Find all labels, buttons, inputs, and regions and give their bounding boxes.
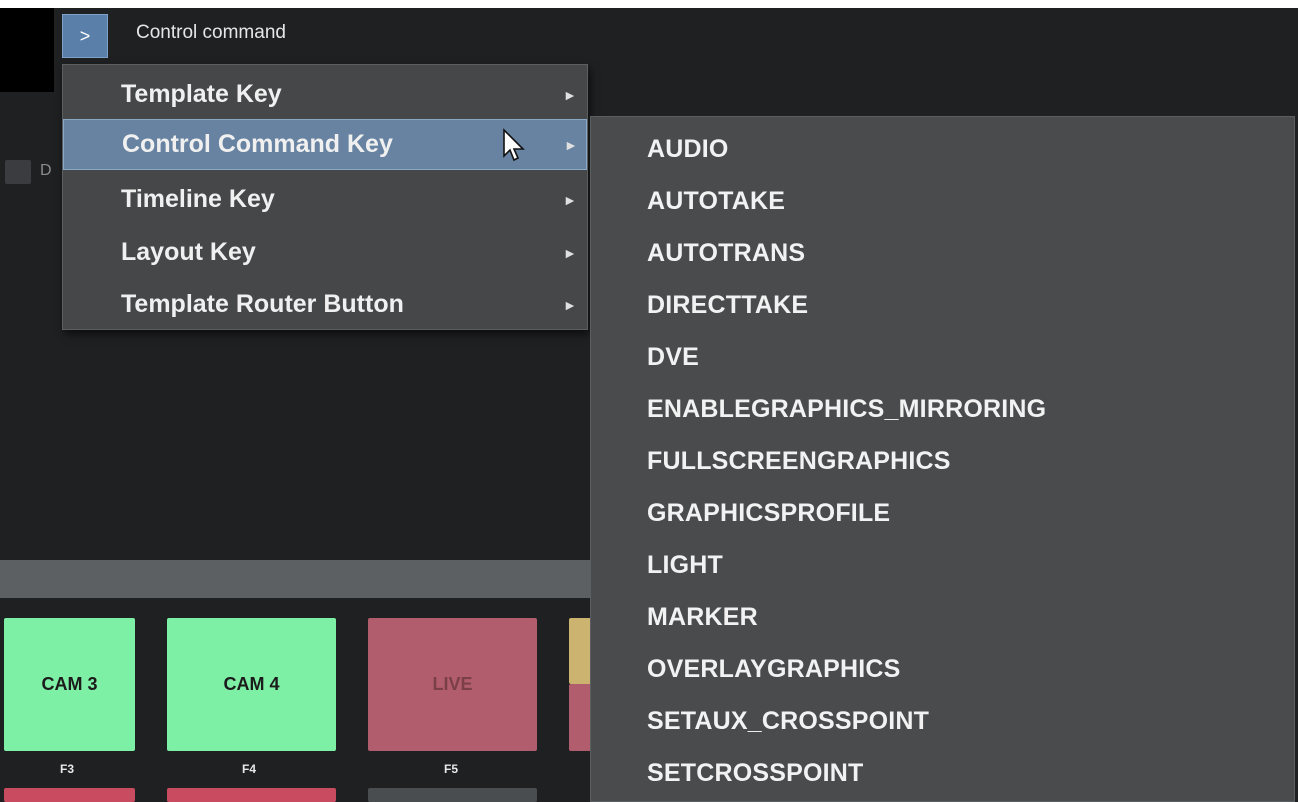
row2-pad-3[interactable] (368, 788, 537, 802)
mouse-cursor-icon (503, 128, 525, 162)
submenu-item-marker[interactable]: MARKER (647, 603, 758, 632)
submenu-item-fullscreengraphics[interactable]: FULLSCREENGRAPHICS (647, 447, 951, 476)
cam3-pad[interactable]: CAM 3 (4, 618, 135, 751)
submenu-item-light[interactable]: LIGHT (647, 551, 723, 580)
menu-item-label: Control Command Key (122, 130, 393, 158)
pad-key-f3: F3 (60, 762, 75, 776)
pad-label: LIVE (432, 674, 473, 694)
submenu-item-graphicsprofile[interactable]: GRAPHICSPROFILE (647, 499, 890, 528)
submenu-item-setaux-crosspoint[interactable]: SETAUX_CROSSPOINT (647, 707, 929, 736)
row2-pad-2[interactable] (167, 788, 336, 802)
expand-toggle-button[interactable]: > (62, 14, 108, 58)
submenu-item-overlaygraphics[interactable]: OVERLAYGRAPHICS (647, 655, 901, 684)
command-title: Control command (136, 22, 286, 43)
pad-label: CAM 4 (223, 674, 280, 694)
menu-item-label: Layout Key (121, 238, 256, 266)
menu-item-timeline-key[interactable]: Timeline Key ► (63, 174, 587, 225)
option-checkbox-label: D (40, 162, 52, 179)
submenu-arrow-icon: ► (563, 86, 577, 103)
cam4-pad[interactable]: CAM 4 (167, 618, 336, 751)
window-top-edge (0, 0, 1298, 8)
submenu-item-directtake[interactable]: DIRECTTAKE (647, 291, 808, 320)
menu-item-template-router-button[interactable]: Template Router Button ► (63, 279, 587, 330)
pad-key-f5: F5 (444, 762, 459, 776)
option-checkbox[interactable] (5, 160, 31, 184)
submenu-arrow-icon: ► (563, 244, 577, 261)
pad-key-f4: F4 (242, 762, 257, 776)
preview-strip (0, 8, 54, 92)
section-divider (0, 560, 600, 598)
submenu-item-autotake[interactable]: AUTOTAKE (647, 187, 785, 216)
menu-item-label: Timeline Key (121, 185, 275, 213)
submenu-item-enablegraphics-mirroring[interactable]: ENABLEGRAPHICS_MIRRORING (647, 395, 1046, 424)
submenu-item-autotrans[interactable]: AUTOTRANS (647, 239, 805, 268)
submenu-arrow-icon: ► (563, 296, 577, 313)
context-menu: Template Key ► Control Command Key ► Tim… (62, 64, 588, 330)
submenu-item-setcrosspoint[interactable]: SETCROSSPOINT (647, 759, 864, 788)
live-pad[interactable]: LIVE (368, 618, 537, 751)
submenu-arrow-icon: ► (563, 191, 577, 208)
menu-item-template-key[interactable]: Template Key ► (63, 69, 587, 120)
menu-item-layout-key[interactable]: Layout Key ► (63, 227, 587, 278)
pad-label: CAM 3 (41, 674, 98, 694)
submenu-item-dve[interactable]: DVE (647, 343, 699, 372)
menu-item-label: Template Key (121, 80, 282, 108)
submenu-item-audio[interactable]: AUDIO (647, 135, 729, 164)
control-command-submenu: AUDIO AUTOTAKE AUTOTRANS DIRECTTAKE DVE … (590, 116, 1295, 802)
button-pad-area: CAM 3 CAM 4 LIVE F3 F4 F5 (0, 598, 600, 802)
menu-item-label: Template Router Button (121, 290, 404, 318)
row2-pad-1[interactable] (4, 788, 135, 802)
submenu-arrow-icon: ► (564, 136, 578, 153)
